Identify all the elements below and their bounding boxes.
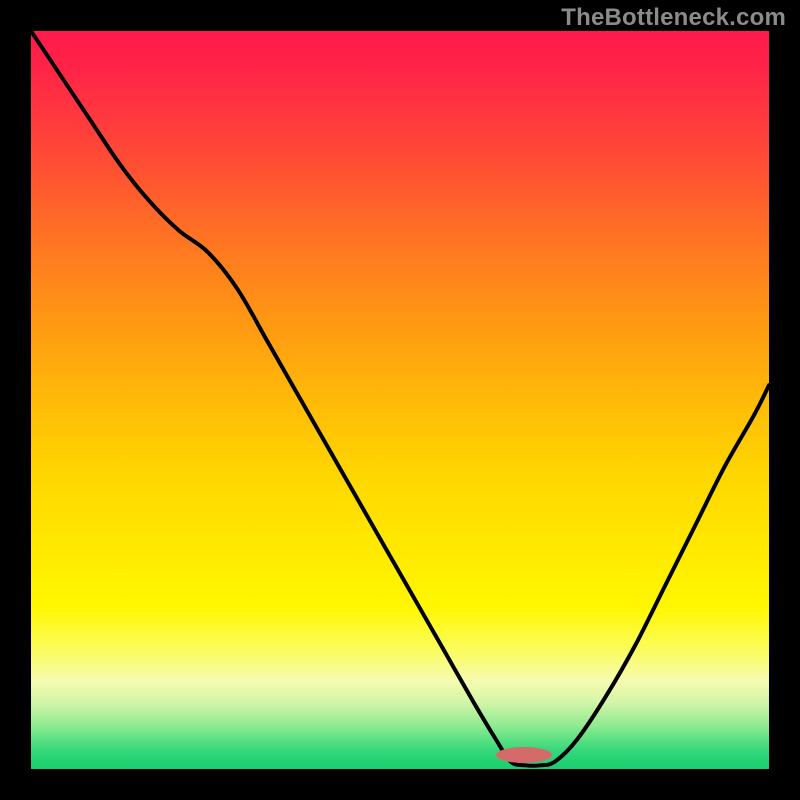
watermark-text: TheBottleneck.com	[561, 4, 786, 32]
plot-area	[31, 31, 769, 769]
gradient-rect	[31, 31, 769, 769]
chart-frame: TheBottleneck.com	[0, 0, 800, 800]
heat-gradient-background	[31, 31, 769, 769]
